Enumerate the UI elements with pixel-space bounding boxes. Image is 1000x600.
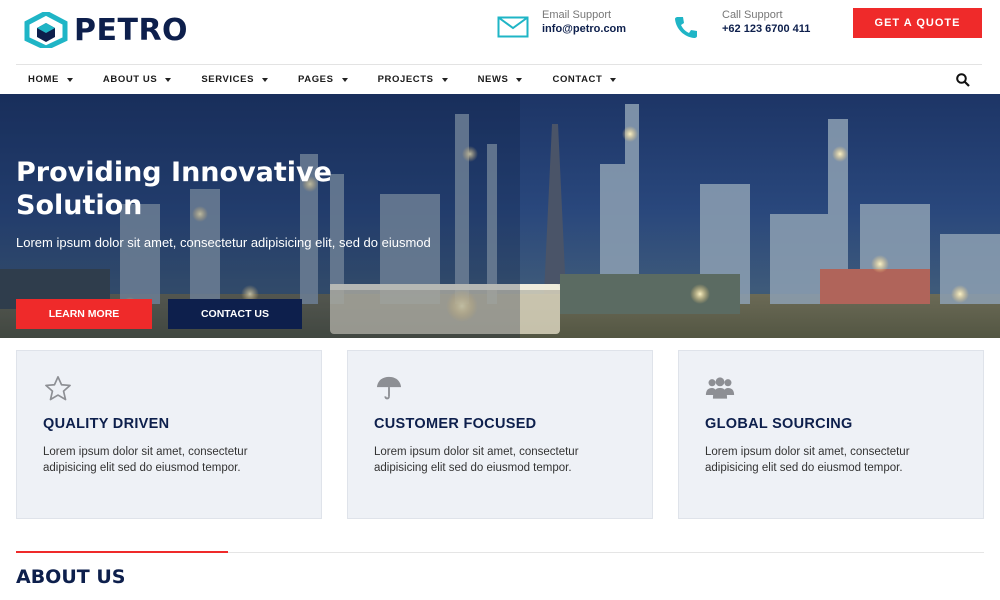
get-a-quote-button[interactable]: GET A QUOTE bbox=[853, 8, 982, 38]
chevron-down-icon bbox=[610, 77, 617, 82]
nav-item-projects[interactable]: PROJECTS bbox=[378, 74, 448, 85]
nav-item-home[interactable]: HOME bbox=[28, 74, 73, 85]
nav-item-label: HOME bbox=[28, 74, 59, 85]
nav-item-pages[interactable]: PAGES bbox=[298, 74, 348, 85]
chevron-down-icon bbox=[441, 77, 448, 82]
feature-text: Lorem ipsum dolor sit amet, consectetur … bbox=[43, 446, 248, 474]
feature-card-quality-driven: QUALITY DRIVEN Lorem ipsum dolor sit ame… bbox=[16, 350, 322, 519]
feature-title: QUALITY DRIVEN bbox=[43, 416, 170, 432]
call-support-value[interactable]: +62 123 6700 411 bbox=[722, 22, 810, 36]
email-support-label: Email Support bbox=[542, 9, 612, 21]
nav-item-contact[interactable]: CONTACT bbox=[552, 74, 617, 85]
main-nav: HOME ABOUT US SERVICES PAGES PROJECTS NE… bbox=[16, 64, 982, 94]
nav-item-label: PAGES bbox=[298, 74, 334, 85]
hero-subtitle: Lorem ipsum dolor sit amet, consectetur … bbox=[16, 235, 431, 250]
chevron-down-icon bbox=[262, 77, 268, 82]
feature-card-customer-focused: CUSTOMER FOCUSED Lorem ipsum dolor sit a… bbox=[347, 350, 653, 519]
nav-item-services[interactable]: SERVICES bbox=[201, 74, 268, 85]
chevron-down-icon bbox=[165, 77, 172, 82]
hero-title: Providing Innovative Solution bbox=[16, 157, 332, 221]
logo[interactable]: PETRO bbox=[24, 12, 188, 48]
feature-text: Lorem ipsum dolor sit amet, consectetur … bbox=[374, 446, 579, 474]
chevron-down-icon bbox=[516, 77, 523, 82]
umbrella-icon bbox=[376, 376, 402, 400]
nav-item-label: SERVICES bbox=[201, 74, 254, 85]
nav-item-label: CONTACT bbox=[552, 74, 603, 85]
about-us-heading: ABOUT US bbox=[16, 566, 126, 588]
brand-name: PETRO bbox=[74, 12, 189, 48]
mail-icon bbox=[496, 12, 530, 42]
nav-item-label: PROJECTS bbox=[377, 74, 434, 85]
nav-item-label: ABOUT US bbox=[102, 74, 158, 85]
feature-title: GLOBAL SOURCING bbox=[705, 416, 853, 432]
phone-icon bbox=[672, 12, 700, 42]
nav-item-news[interactable]: NEWS bbox=[478, 74, 523, 85]
chevron-down-icon bbox=[341, 77, 348, 82]
feature-text: Lorem ipsum dolor sit amet, consectetur … bbox=[705, 446, 910, 474]
star-icon bbox=[45, 376, 71, 401]
users-icon bbox=[705, 377, 735, 399]
call-support: Call Support +62 123 6700 411 bbox=[672, 8, 810, 42]
email-support-value[interactable]: info@petro.com bbox=[542, 22, 626, 36]
page: PETRO Email Support info@petro.com Call … bbox=[0, 0, 1000, 600]
nav-item-about-us[interactable]: ABOUT US bbox=[102, 74, 172, 85]
contact-us-button[interactable]: CONTACT US bbox=[168, 299, 302, 329]
site-header: PETRO Email Support info@petro.com Call … bbox=[0, 0, 1000, 64]
learn-more-button[interactable]: LEARN MORE bbox=[16, 299, 152, 329]
nav-item-label: NEWS bbox=[477, 74, 509, 85]
email-support: Email Support info@petro.com bbox=[496, 8, 626, 42]
feature-card-global-sourcing: GLOBAL SOURCING Lorem ipsum dolor sit am… bbox=[678, 350, 984, 519]
search-icon[interactable] bbox=[956, 73, 970, 87]
chevron-down-icon bbox=[66, 77, 73, 82]
section-divider-accent bbox=[16, 551, 228, 553]
hexagon-cube-icon bbox=[24, 12, 68, 48]
feature-title: CUSTOMER FOCUSED bbox=[374, 416, 537, 432]
call-support-label: Call Support bbox=[722, 9, 783, 21]
